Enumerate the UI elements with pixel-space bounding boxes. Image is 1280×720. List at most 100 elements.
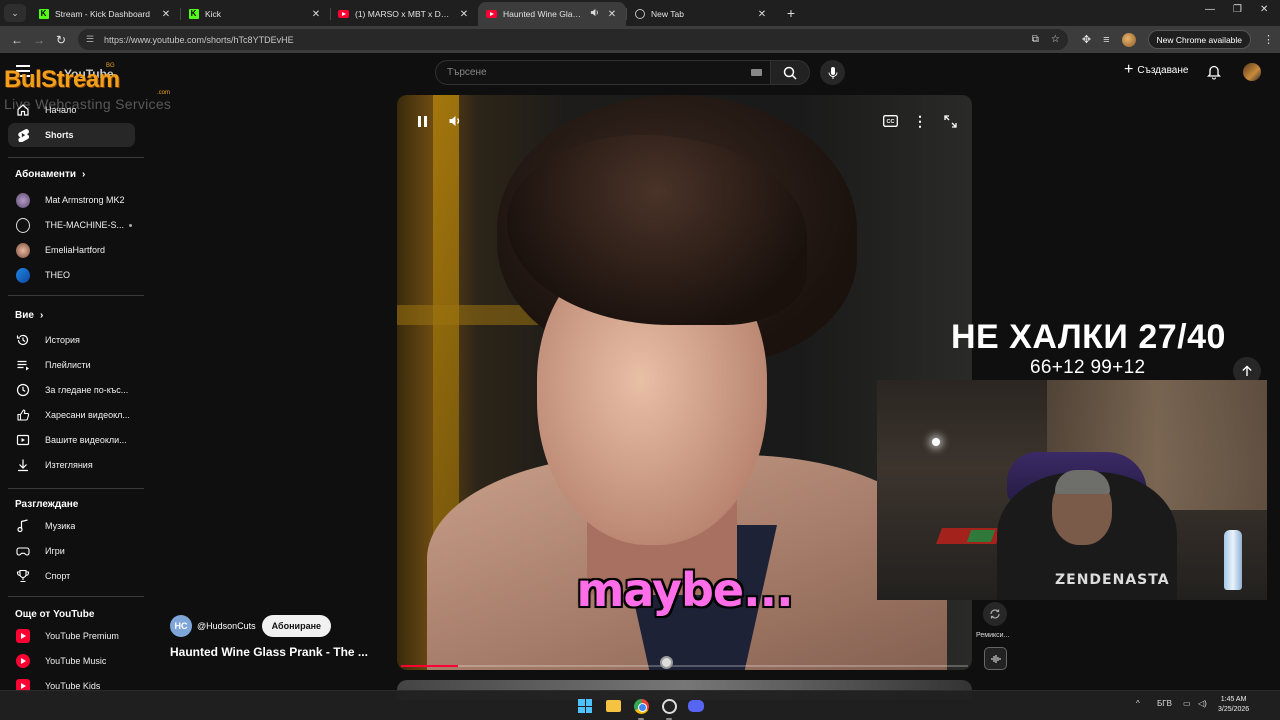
more-from-youtube-heading: Още от YouTube [15,609,94,620]
sidebar-item-your-videos[interactable]: Вашите видеокли... [8,428,135,452]
tab-kick[interactable]: K Kick ✕ [180,2,330,26]
back-button[interactable]: ← [6,29,28,51]
keyboard-language[interactable]: БГВ [1157,699,1172,708]
sidebar-item-label: YouTube Premium [45,631,119,641]
seek-handle[interactable] [660,656,673,669]
sound-wave-icon [990,654,1001,663]
profile-avatar[interactable] [1121,32,1136,47]
search-input[interactable]: Търсене [435,60,771,85]
sidebar-item-the-machine-shop[interactable]: THE-MACHINE-S... [8,213,135,237]
video-progress-bar[interactable] [401,665,968,667]
sidebar-item-history[interactable]: История [8,328,135,352]
more-options-button[interactable]: ⋮ [910,111,930,131]
channel-handle[interactable]: @HudsonCuts [197,621,256,631]
close-icon[interactable]: ✕ [756,9,768,20]
close-icon[interactable]: ✕ [458,9,470,20]
close-icon[interactable]: ✕ [606,9,618,20]
address-bar[interactable]: ☰ https://www.youtube.com/shorts/hTc8YTD… [78,29,1068,50]
sidebar-item-label: Харесани видеокл... [45,410,130,420]
subscribe-button[interactable]: Абониране [261,615,332,637]
search-button[interactable] [770,60,810,85]
clock-date: 3/25/2026 [1218,706,1250,713]
url-text: https://www.youtube.com/shorts/hTc8YTDEv… [104,34,294,45]
voice-search-button[interactable] [820,60,845,85]
bookmark-star-icon[interactable]: ☆ [1051,34,1060,45]
window-close-icon[interactable]: ✕ [1260,4,1268,15]
sound-button[interactable] [984,647,1007,670]
network-icon[interactable]: ▭ [1183,699,1191,708]
pause-icon [417,115,427,127]
forward-button[interactable]: → [28,29,50,51]
reload-button[interactable]: ↻ [50,29,72,51]
new-tab-button[interactable]: + [780,2,802,24]
install-app-icon[interactable]: ⧉ [1032,34,1039,45]
tab-kick-dashboard[interactable]: K Stream - Kick Dashboard ✕ [30,2,180,26]
sidebar-item-label: Начало [45,105,77,115]
sidebar-item-playlists[interactable]: Плейлисти [8,353,135,377]
sidebar-item-liked-videos[interactable]: Харесани видеокл... [8,403,135,427]
remix-button[interactable] [983,602,1007,626]
volume-tray-icon[interactable]: ◁) [1198,699,1207,708]
tab-new-tab[interactable]: New Tab ✕ [626,2,776,26]
sidebar-item-downloads[interactable]: Изтегляния [8,453,135,477]
notifications-bell-icon[interactable] [1206,65,1222,85]
create-button[interactable]: + Създаване [1124,62,1188,78]
start-button[interactable] [576,697,594,715]
system-clock[interactable]: 1:45 AM 3/25/2026 [1218,695,1249,715]
taskbar-file-explorer[interactable] [604,697,622,715]
chevron-up-icon[interactable]: ^ [1136,699,1140,708]
svg-text:CC: CC [886,119,894,125]
taskbar-obs[interactable] [660,697,678,715]
tab-marso-video[interactable]: (1) MARSO x MBT x Denkata & ✕ [330,2,478,26]
restore-icon[interactable]: ❐ [1233,4,1242,15]
globe-icon [634,9,645,20]
minimize-icon[interactable]: — [1205,4,1215,15]
sidebar-item-watch-later[interactable]: За гледане по-къс... [8,378,135,402]
sidebar-item-home[interactable]: Начало [8,98,135,122]
youtube-icon [486,9,497,20]
channel-avatar[interactable]: HC [170,615,192,637]
account-avatar[interactable] [1243,63,1261,81]
pause-button[interactable] [412,111,432,131]
site-info-icon[interactable]: ☰ [86,34,96,45]
kebab-menu-icon[interactable]: ⋮ [1263,33,1274,46]
taskbar-chrome[interactable] [632,697,650,715]
sidebar-item-youtube-music[interactable]: YouTube Music [8,649,135,673]
sidebar-item-gaming[interactable]: Игри [8,539,135,563]
keyboard-icon[interactable] [751,69,762,76]
sidebar-item-emelia-hartford[interactable]: EmeliaHartford [8,238,135,262]
sidebar-item-mat-armstrong[interactable]: Mat Armstrong MK2 [8,188,135,212]
short-title[interactable]: Haunted Wine Glass Prank - The ... [170,645,370,659]
tab-haunted-wine-glass[interactable]: Haunted Wine Glass Prank ✕ [478,2,626,26]
explore-heading: Разглеждане [15,499,78,510]
close-icon[interactable]: ✕ [310,9,322,20]
sidebar-item-shorts[interactable]: Shorts [8,123,135,147]
extensions-icon[interactable]: ✥ [1082,33,1091,46]
sidebar-item-label: THEO [45,270,71,280]
volume-button[interactable] [445,111,465,131]
close-icon[interactable]: ✕ [160,9,172,20]
kick-icon: K [188,9,199,20]
sidebar-item-label: Плейлисти [45,360,91,370]
sidebar-item-sports[interactable]: Спорт [8,564,135,588]
speaker-icon[interactable] [588,8,600,20]
youtube-sidebar: Начало Shorts Абонаменти › Mat Armstrong… [0,96,144,696]
tab-search-button[interactable]: ⌄ [4,4,26,22]
sidebar-item-label: Изтегляния [45,460,93,470]
overlay-title: НЕ ХАЛКИ 27/40 [951,318,1226,356]
you-heading[interactable]: Вие › [15,310,43,321]
sidebar-item-label: Спорт [45,571,71,581]
sidebar-item-theo[interactable]: THEO [8,263,135,287]
media-controls-icon[interactable]: ≡ [1103,34,1109,46]
chrome-update-button[interactable]: New Chrome available [1147,30,1252,49]
sidebar-item-youtube-premium[interactable]: YouTube Premium [8,624,135,648]
fullscreen-button[interactable] [940,111,960,131]
sidebar-item-label: Вашите видеокли... [45,435,127,445]
folder-icon [605,700,621,712]
sidebar-item-music[interactable]: Музика [8,514,135,538]
windows-taskbar: ^ БГВ ▭ ◁) 1:45 AM 3/25/2026 [0,690,1280,720]
more-from-youtube-label: Още от YouTube [15,609,95,620]
captions-button[interactable]: CC [880,111,900,131]
subscriptions-heading[interactable]: Абонаменти › [15,169,85,180]
taskbar-discord[interactable] [687,697,705,715]
